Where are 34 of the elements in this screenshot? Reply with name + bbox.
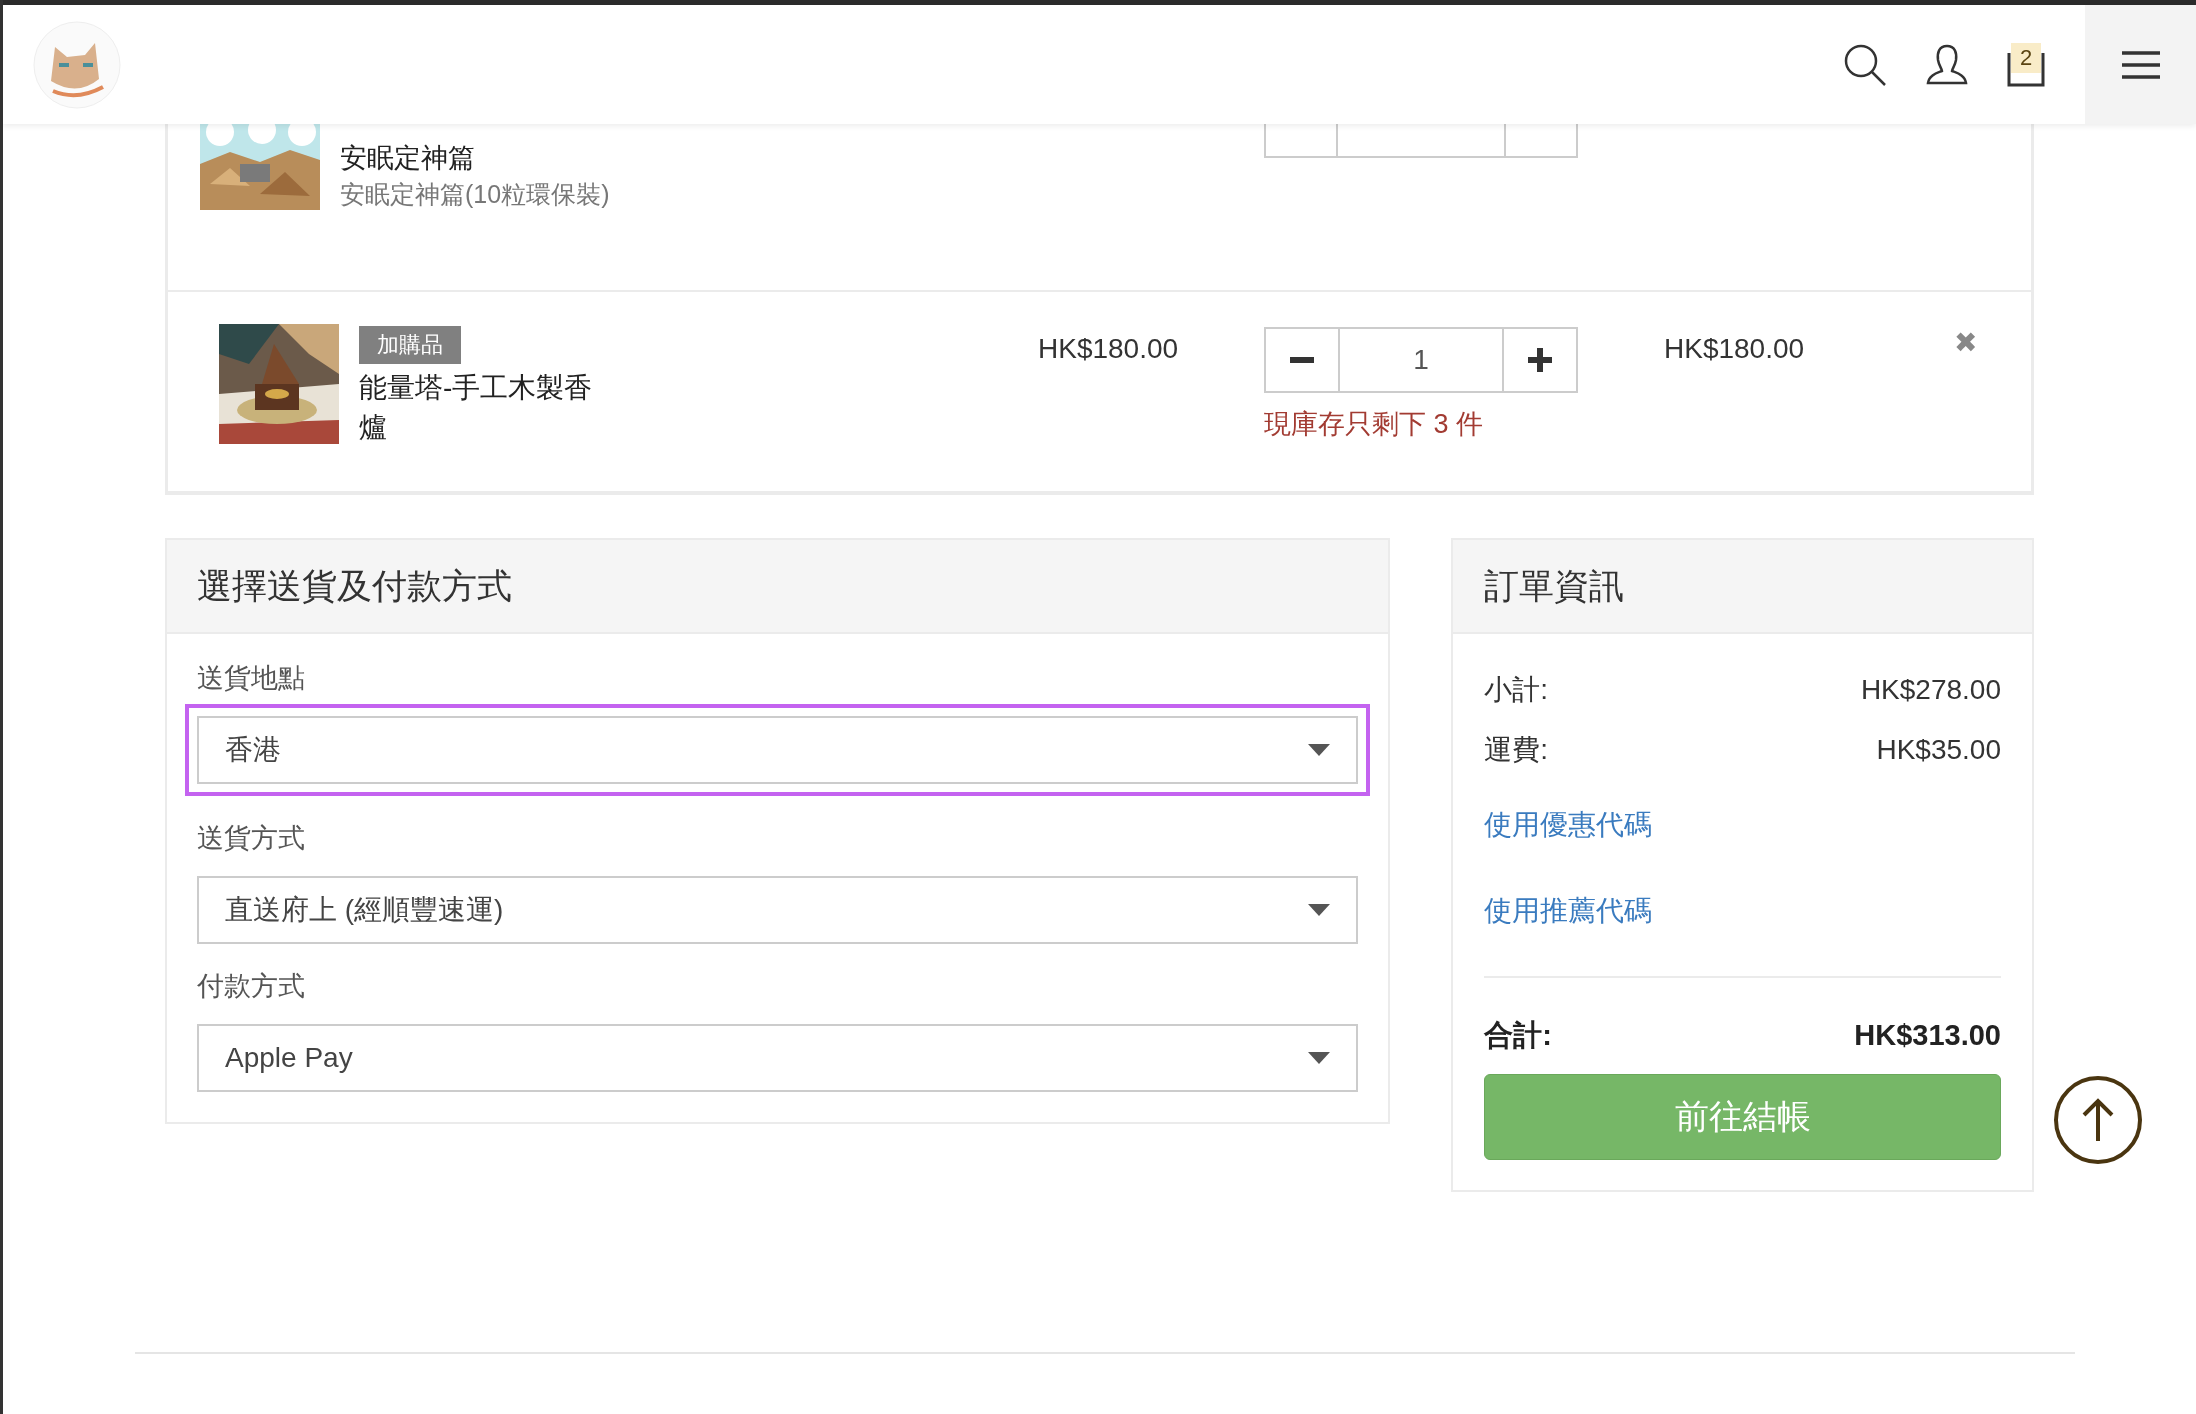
summary-label: 小計: — [1484, 673, 1548, 707]
logo[interactable] — [33, 20, 121, 109]
panel-title: 選擇送貨及付款方式 — [197, 564, 512, 607]
product-name[interactable]: 安眠定神篇 — [340, 140, 620, 176]
menu-icon[interactable] — [2121, 50, 2160, 79]
caret-icon — [1308, 904, 1331, 916]
plus-icon — [1528, 348, 1552, 372]
line-total: HK$180.00 — [1664, 332, 1805, 366]
stock-warning: 現庫存只剩下 3 件 — [1264, 408, 1484, 441]
remove-button[interactable]: ✖ — [1954, 326, 1977, 360]
field-label: 送貨地點 — [197, 662, 306, 695]
field-label: 送貨方式 — [197, 822, 306, 855]
caret-icon — [1308, 744, 1331, 756]
user-icon[interactable] — [1925, 42, 1969, 87]
minus-icon — [1290, 357, 1314, 363]
add-on-badge: 加購品 — [359, 326, 461, 364]
summary-label: 運費: — [1484, 733, 1548, 767]
select-field[interactable]: Apple Pay — [197, 1024, 1359, 1092]
product-name[interactable]: 能量塔-手工木製香爐 — [359, 368, 619, 448]
code-link[interactable]: 使用優惠代碼 — [1484, 809, 1653, 840]
scroll-up-button[interactable] — [2053, 1075, 2143, 1165]
field-label: 付款方式 — [197, 970, 306, 1003]
total-label: 合計: — [1484, 1018, 1552, 1053]
summary-value: HK$278.00 — [1860, 673, 2001, 707]
unit-price: HK$180.00 — [1038, 332, 1179, 366]
search-icon[interactable] — [1843, 42, 1887, 87]
select-field[interactable]: 直送府上 (經順豐速運) — [197, 876, 1359, 944]
caret-icon — [1308, 1052, 1331, 1064]
total-value: HK$313.00 — [1854, 1018, 2001, 1053]
product-variant: 安眠定神篇(10粒環保裝) — [340, 179, 611, 210]
code-link[interactable]: 使用推薦代碼 — [1484, 895, 1653, 926]
summary-value: HK$35.00 — [1876, 733, 2001, 767]
select-field[interactable]: 香港 — [185, 704, 1371, 796]
panel-title: 訂單資訊 — [1484, 564, 1625, 607]
